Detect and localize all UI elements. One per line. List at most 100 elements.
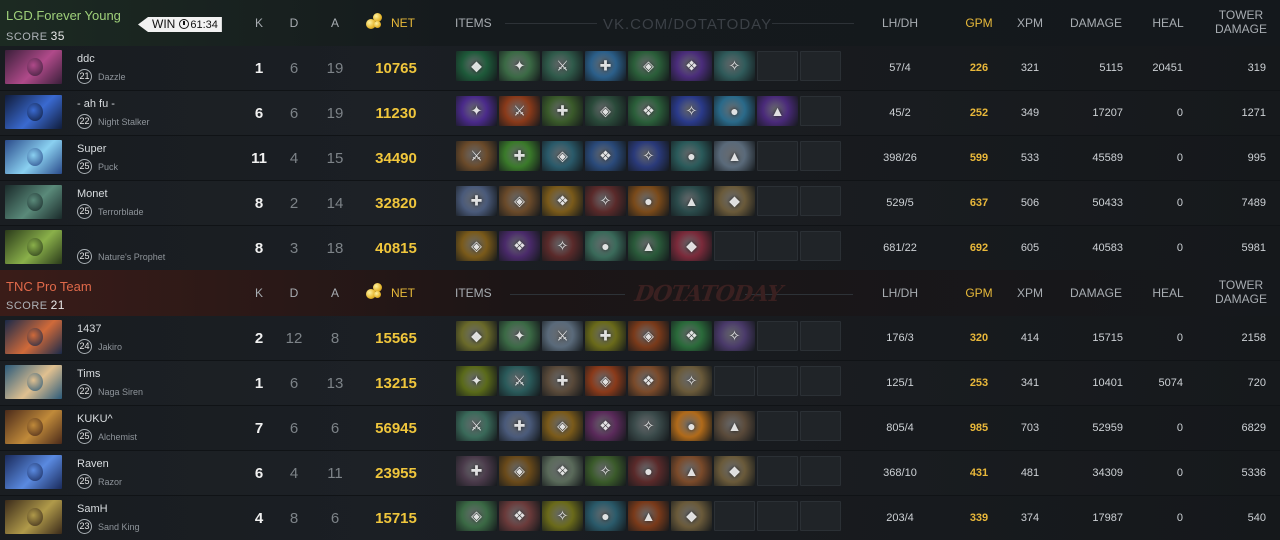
item-icon[interactable]: ▲ xyxy=(714,411,755,441)
player-name[interactable]: ddc xyxy=(77,53,95,65)
item-icon[interactable]: ✧ xyxy=(628,141,669,171)
player-row[interactable]: KUKU^ 25 Alchemist 7 6 6 56945 ⚔ ✚ ◈ ❖ ✧ ● ▲ 805/4 985 7… xyxy=(0,406,1280,451)
hero-damage: 15715 xyxy=(1092,332,1123,344)
item-icon[interactable]: ✧ xyxy=(671,96,712,126)
hero-level-badge: 25 xyxy=(77,204,92,219)
item-icon[interactable]: ◈ xyxy=(628,51,669,81)
heal: 0 xyxy=(1176,422,1183,434)
item-icon[interactable]: ✚ xyxy=(456,456,497,486)
item-icon[interactable]: ▲ xyxy=(628,501,669,531)
item-icon[interactable]: ⚔ xyxy=(499,366,540,396)
item-icon[interactable]: ● xyxy=(585,231,626,261)
player-name[interactable]: Raven xyxy=(77,458,109,470)
item-icon[interactable]: ◈ xyxy=(499,456,540,486)
item-icon[interactable]: ✚ xyxy=(542,366,583,396)
player-row[interactable]: ddc 21 Dazzle 1 6 19 10765 ◆ ✦ ⚔ ✚ ◈ ❖ ✧ 57/4 226 321 511… xyxy=(0,46,1280,91)
player-row[interactable]: Raven 25 Razor 6 4 11 23955 ✚ ◈ ❖ ✧ ● ▲ ◆ 368/10 431 481… xyxy=(0,451,1280,496)
net-worth: 15715 xyxy=(375,510,417,527)
tower-line1: TOWER xyxy=(1218,8,1264,22)
item-icon[interactable]: ✧ xyxy=(542,501,583,531)
item-icon[interactable]: ✚ xyxy=(542,96,583,126)
item-icon[interactable]: ❖ xyxy=(585,411,626,441)
item-icon[interactable]: ▲ xyxy=(757,96,798,126)
item-icon[interactable]: ❖ xyxy=(628,366,669,396)
item-icon[interactable]: ● xyxy=(671,411,712,441)
item-icon[interactable]: ● xyxy=(714,96,755,126)
item-icon[interactable]: ✧ xyxy=(542,231,583,261)
player-name[interactable]: Tims xyxy=(77,368,100,380)
player-name[interactable]: Super xyxy=(77,143,106,155)
item-icon[interactable]: ✧ xyxy=(714,51,755,81)
item-icon[interactable]: ✚ xyxy=(499,411,540,441)
net-worth: 15565 xyxy=(375,330,417,347)
item-icon[interactable]: ✦ xyxy=(456,366,497,396)
item-icon[interactable]: ● xyxy=(628,186,669,216)
item-icon[interactable]: ◈ xyxy=(585,366,626,396)
item-icon[interactable]: ✚ xyxy=(456,186,497,216)
item-icon[interactable]: ● xyxy=(671,141,712,171)
item-icon[interactable]: ◆ xyxy=(456,51,497,81)
hero-portrait xyxy=(5,140,62,174)
item-icon[interactable]: ⚔ xyxy=(456,411,497,441)
item-icon[interactable]: ▲ xyxy=(628,231,669,261)
item-icon[interactable]: ◈ xyxy=(542,411,583,441)
item-icon[interactable]: ◈ xyxy=(585,96,626,126)
player-row[interactable]: SamH 23 Sand King 4 8 6 15715 ◈ ❖ ✧ ● ▲ ◆ 203/4 339 374… xyxy=(0,496,1280,540)
item-icon[interactable]: ◆ xyxy=(714,456,755,486)
item-icon[interactable]: ● xyxy=(585,501,626,531)
item-icon[interactable]: ❖ xyxy=(585,141,626,171)
item-icon[interactable]: ⚔ xyxy=(542,321,583,351)
item-icon[interactable]: ✧ xyxy=(671,366,712,396)
player-name[interactable]: 1437 xyxy=(77,323,101,335)
item-icon[interactable]: ◆ xyxy=(714,186,755,216)
player-row[interactable]: 1437 24 Jakiro 2 12 8 15565 ◆ ✦ ⚔ ✚ ◈ ❖ ✧ 176/3 320 414 1… xyxy=(0,316,1280,361)
item-icon[interactable]: ✧ xyxy=(585,186,626,216)
item-icon[interactable]: ❖ xyxy=(542,456,583,486)
player-row[interactable]: Super 25 Puck 11 4 15 34490 ⚔ ✚ ◈ ❖ ✧ ● ▲ 398/26 599 533… xyxy=(0,136,1280,181)
item-icon[interactable]: ❖ xyxy=(628,96,669,126)
item-icon[interactable]: ◈ xyxy=(456,231,497,261)
item-icon[interactable]: ◈ xyxy=(542,141,583,171)
player-name[interactable]: SamH xyxy=(77,503,108,515)
item-icon[interactable]: ✧ xyxy=(714,321,755,351)
item-icon[interactable]: ✧ xyxy=(628,411,669,441)
item-icon[interactable]: ❖ xyxy=(671,51,712,81)
player-name[interactable]: - ah fu - xyxy=(77,98,115,110)
item-icon[interactable]: ❖ xyxy=(499,501,540,531)
item-icon[interactable]: ✦ xyxy=(499,51,540,81)
item-icon[interactable]: ✧ xyxy=(585,456,626,486)
item-icon[interactable]: ◆ xyxy=(671,501,712,531)
hero-level-badge: 25 xyxy=(77,159,92,174)
item-icon[interactable]: ⚔ xyxy=(499,96,540,126)
item-icon[interactable]: ◆ xyxy=(456,321,497,351)
item-icon[interactable]: ⚔ xyxy=(456,141,497,171)
item-icon[interactable]: ❖ xyxy=(671,321,712,351)
item-icon[interactable]: ❖ xyxy=(542,186,583,216)
player-name[interactable]: KUKU^ xyxy=(77,413,113,425)
player-row[interactable]: Tims 22 Naga Siren 1 6 13 13215 ✦ ⚔ ✚ ◈ ❖ ✧ 125/1 253 3… xyxy=(0,361,1280,406)
item-icon[interactable]: ✚ xyxy=(499,141,540,171)
item-icon[interactable]: ▲ xyxy=(671,186,712,216)
item-glyph-icon: ✧ xyxy=(728,327,741,344)
item-icon[interactable]: ◆ xyxy=(671,231,712,261)
item-icon[interactable]: ▲ xyxy=(671,456,712,486)
item-icon[interactable]: ▲ xyxy=(714,141,755,171)
item-icon[interactable]: ◈ xyxy=(499,186,540,216)
item-icon[interactable]: ✚ xyxy=(585,321,626,351)
item-icon[interactable]: ◈ xyxy=(628,321,669,351)
item-icon[interactable]: ✦ xyxy=(499,321,540,351)
hero-portrait xyxy=(5,365,62,399)
item-icon[interactable]: ● xyxy=(628,456,669,486)
item-icon[interactable]: ⚔ xyxy=(542,51,583,81)
player-row[interactable]: Monet 25 Terrorblade 8 2 14 32820 ✚ ◈ ❖ ✧ ● ▲ ◆ 529/5 6… xyxy=(0,181,1280,226)
player-name[interactable]: Monet xyxy=(77,188,108,200)
item-icon[interactable]: ◈ xyxy=(456,501,497,531)
item-icon[interactable]: ❖ xyxy=(499,231,540,261)
item-glyph-icon: ● xyxy=(644,193,653,209)
player-row[interactable]: 25 Nature's Prophet 8 3 18 40815 ◈ ❖ ✧ ● ▲ ◆ 681/22 6… xyxy=(0,226,1280,271)
hero-portrait xyxy=(5,230,62,264)
team-header: LGD.Forever Young SCORE 35 WIN 61:34 K D A LH/DH… xyxy=(0,0,1280,46)
item-icon[interactable]: ✚ xyxy=(585,51,626,81)
item-icon[interactable]: ✦ xyxy=(456,96,497,126)
player-row[interactable]: - ah fu - 22 Night Stalker 6 6 19 11230 ✦ ⚔ ✚ ◈ ❖ ✧ ●… xyxy=(0,91,1280,136)
